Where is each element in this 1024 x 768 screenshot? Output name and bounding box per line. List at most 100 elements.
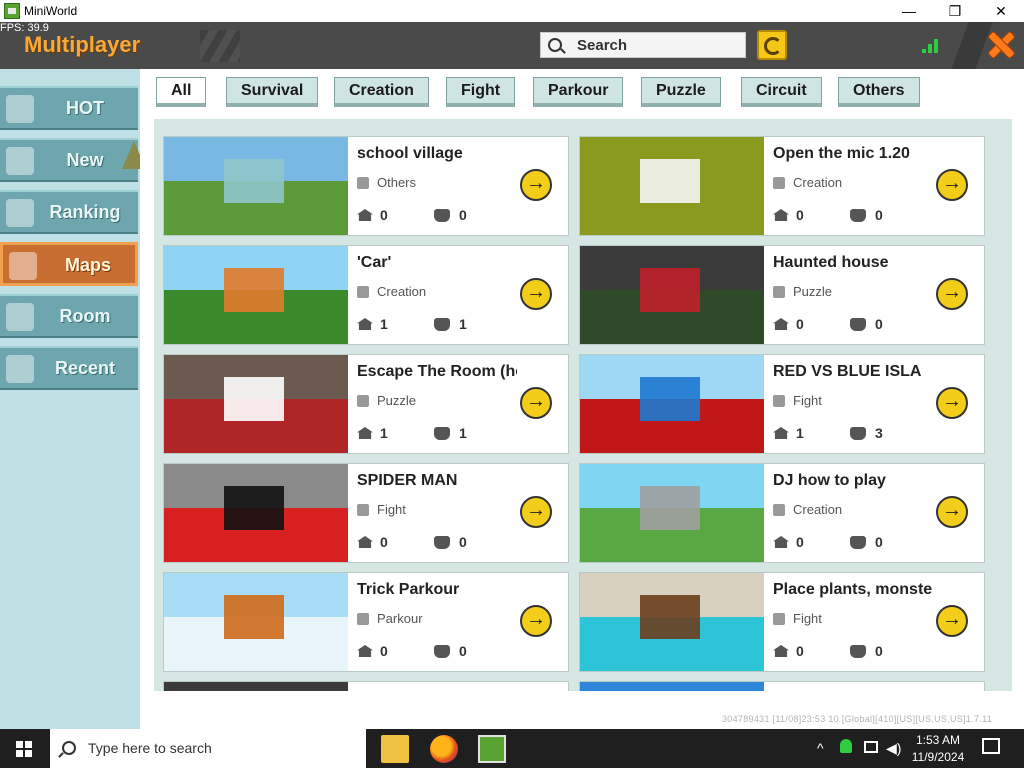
- map-thumbnail: [580, 573, 764, 671]
- sidebar-item-ranking[interactable]: Ranking: [0, 190, 138, 234]
- window-title: MiniWorld: [24, 4, 78, 18]
- map-thumbnail: [580, 464, 764, 562]
- map-thumbnail: [164, 573, 348, 671]
- filter-fight[interactable]: Fight: [446, 77, 516, 107]
- home-count: 0: [773, 643, 804, 659]
- filter-circuit[interactable]: Circuit: [741, 77, 822, 107]
- enter-map-button[interactable]: [520, 496, 552, 528]
- filter-parkour[interactable]: Parkour: [533, 77, 624, 107]
- map-card[interactable]: school village Others 0 0: [163, 136, 569, 236]
- enter-map-button[interactable]: [520, 387, 552, 419]
- enter-map-button[interactable]: [936, 605, 968, 637]
- filter-others[interactable]: Others: [838, 77, 920, 107]
- search-label: Search: [577, 37, 628, 54]
- map-list[interactable]: school village Others 0 0 Open the mic 1…: [154, 119, 1012, 691]
- filter-puzzle[interactable]: Puzzle: [641, 77, 721, 107]
- home-count: 0: [357, 207, 388, 223]
- map-card[interactable]: Escape The Room (hor Puzzle 1 1: [163, 354, 569, 454]
- sidebar-item-label: Maps: [64, 255, 111, 275]
- file-explorer-icon[interactable]: [381, 735, 409, 763]
- player-icon: [434, 645, 450, 658]
- map-card[interactable]: Trick Parkour Parkour 0 0: [163, 572, 569, 672]
- chevron-up-icon[interactable]: ^: [817, 740, 824, 756]
- map-thumbnail: [580, 355, 764, 453]
- sidebar-item-label: New: [66, 150, 104, 170]
- game-header: Multiplayer: [0, 22, 1024, 69]
- thumbnail-subject: [640, 159, 700, 203]
- map-category: Parkour: [357, 611, 423, 626]
- home-icon: [357, 209, 373, 221]
- thumbnail-subject: [640, 268, 700, 312]
- home-icon: [773, 318, 789, 330]
- maximize-button[interactable]: ❐: [932, 0, 978, 22]
- sidebar-item-recent[interactable]: Recent: [0, 346, 138, 390]
- map-card[interactable]: Haunted house Puzzle 0 0: [579, 245, 985, 345]
- filter-all[interactable]: All: [156, 77, 207, 107]
- map-name: Escape The Room (hor: [357, 363, 517, 380]
- map-name: Open the mic 1.20: [773, 145, 910, 162]
- filter-creation[interactable]: Creation: [334, 77, 429, 107]
- thumbnail-subject: [224, 268, 284, 312]
- close-game-button[interactable]: [984, 28, 1018, 62]
- player-count: 0: [850, 534, 883, 550]
- map-name: 'Car': [357, 254, 392, 271]
- search-bar[interactable]: Search: [540, 32, 746, 58]
- refresh-button[interactable]: [757, 30, 787, 60]
- search-icon: [548, 38, 562, 52]
- miniworld-app-icon: [4, 3, 20, 19]
- home-count: 0: [773, 207, 804, 223]
- sidebar-item-maps[interactable]: Maps: [0, 242, 138, 286]
- room-icon: [6, 303, 34, 331]
- creation-category-icon: [773, 177, 785, 189]
- enter-map-button[interactable]: [520, 169, 552, 201]
- refresh-icon: [764, 37, 782, 55]
- home-icon: [357, 536, 373, 548]
- sidebar-item-room[interactable]: Room: [0, 294, 138, 338]
- player-count: 0: [850, 316, 883, 332]
- enter-map-button[interactable]: [936, 169, 968, 201]
- fps-counter: FPS: 39.9: [0, 22, 49, 34]
- map-card[interactable]: Place plants, monsters Fight 0 0: [579, 572, 985, 672]
- player-count: 0: [434, 643, 467, 659]
- thumbnail-subject: [224, 159, 284, 203]
- map-card[interactable]: SPIDER MAN Fight 0 0: [163, 463, 569, 563]
- system-clock[interactable]: 1:53 AM 11/9/2024: [908, 732, 968, 766]
- thumbnail-subject: [224, 486, 284, 530]
- enter-map-button[interactable]: [936, 496, 968, 528]
- windows-start-icon[interactable]: [16, 741, 32, 757]
- player-count: 1: [434, 316, 467, 332]
- taskbar-search[interactable]: Type here to search: [50, 729, 366, 768]
- player-icon: [850, 536, 866, 549]
- enter-map-button[interactable]: [520, 605, 552, 637]
- map-card[interactable]: DJ how to play Creation 0 0: [579, 463, 985, 563]
- miniworld-taskbar-icon[interactable]: [478, 735, 506, 763]
- firefox-icon[interactable]: [430, 735, 458, 763]
- map-thumbnail: [580, 137, 764, 235]
- map-card-partial[interactable]: [579, 681, 985, 691]
- map-card[interactable]: RED VS BLUE ISLA Fight 1 3: [579, 354, 985, 454]
- sidebar-item-hot[interactable]: HOT: [0, 86, 138, 130]
- enter-map-button[interactable]: [936, 387, 968, 419]
- map-name: SPIDER MAN: [357, 472, 458, 489]
- network-icon[interactable]: [864, 741, 878, 753]
- enter-map-button[interactable]: [520, 278, 552, 310]
- creation-category-icon: [773, 504, 785, 516]
- sidebar-item-new[interactable]: New: [0, 138, 138, 182]
- puzzle-category-icon: [357, 395, 369, 407]
- creation-category-icon: [357, 286, 369, 298]
- volume-icon[interactable]: ◀): [886, 740, 901, 757]
- map-card[interactable]: Open the mic 1.20 Creation 0 0: [579, 136, 985, 236]
- home-icon: [6, 355, 34, 383]
- player-count: 0: [850, 643, 883, 659]
- map-card-partial[interactable]: [163, 681, 569, 691]
- map-thumbnail: [164, 137, 348, 235]
- enter-map-button[interactable]: [936, 278, 968, 310]
- minimize-button[interactable]: —: [886, 0, 932, 22]
- window-close-button[interactable]: ✕: [978, 0, 1024, 22]
- map-category: Creation: [773, 502, 842, 517]
- user-icon[interactable]: [840, 739, 852, 753]
- home-count: 1: [773, 425, 804, 441]
- filter-survival[interactable]: Survival: [226, 77, 319, 107]
- map-card[interactable]: 'Car' Creation 1 1: [163, 245, 569, 345]
- notification-icon[interactable]: [982, 738, 1000, 754]
